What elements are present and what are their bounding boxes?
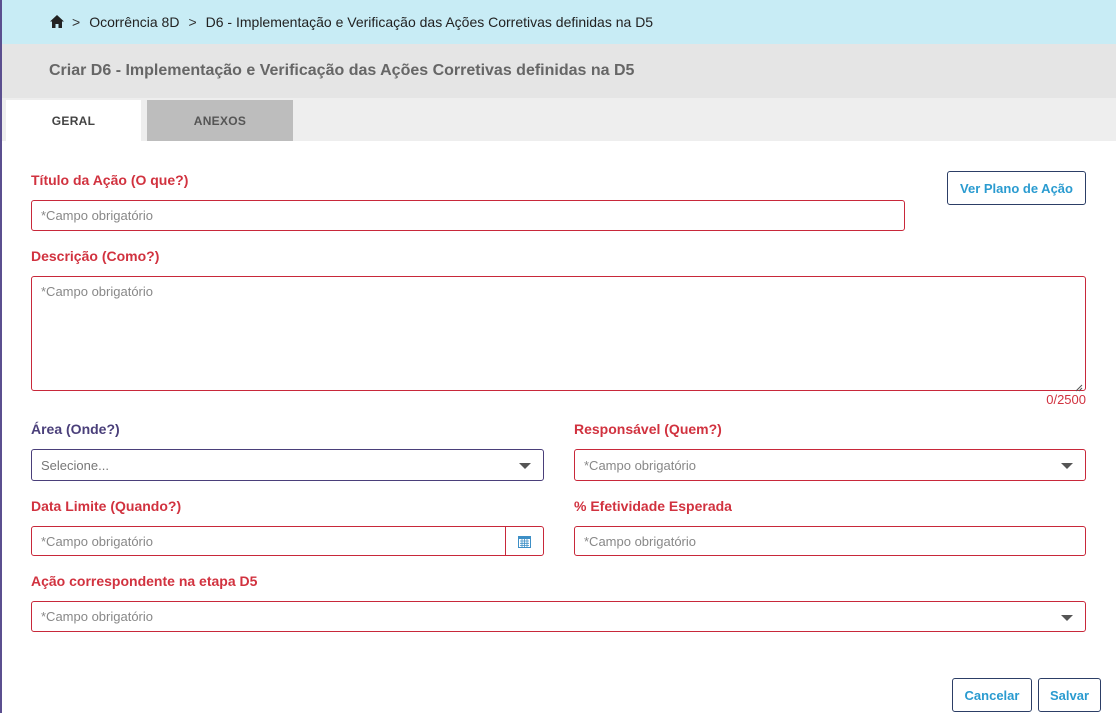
breadcrumb-item-ocorrencia[interactable]: Ocorrência 8D [89, 14, 179, 30]
efetividade-label: % Efetividade Esperada [574, 498, 732, 514]
acao-d5-placeholder: *Campo obrigatório [41, 609, 154, 624]
area-value: Selecione... [41, 457, 109, 473]
descricao-label: Descrição (Como?) [31, 248, 160, 264]
descricao-placeholder: *Campo obrigatório [41, 284, 154, 299]
responsavel-placeholder: *Campo obrigatório [584, 457, 697, 473]
chevron-down-icon [1061, 614, 1073, 621]
home-icon[interactable] [50, 15, 64, 29]
breadcrumb: > Ocorrência 8D > D6 - Implementação e V… [2, 0, 1116, 44]
breadcrumb-separator: > [72, 14, 81, 30]
responsavel-select[interactable]: *Campo obrigatório [574, 449, 1086, 481]
titulo-placeholder: *Campo obrigatório [41, 208, 154, 223]
ver-plano-button[interactable]: Ver Plano de Ação [947, 171, 1086, 205]
tab-geral[interactable]: GERAL [6, 100, 141, 141]
data-limite-input[interactable]: *Campo obrigatório [31, 526, 544, 556]
calendar-icon[interactable] [505, 527, 543, 555]
page-header: Criar D6 - Implementação e Verificação d… [2, 44, 1116, 98]
efetividade-placeholder: *Campo obrigatório [584, 533, 697, 549]
descricao-counter: 0/2500 [1046, 392, 1086, 407]
descricao-textarea[interactable]: *Campo obrigatório [31, 276, 1086, 392]
cancel-button[interactable]: Cancelar [952, 678, 1032, 712]
tab-anexos[interactable]: ANEXOS [147, 100, 293, 141]
tab-bar: GERAL ANEXOS [2, 98, 1116, 141]
save-button[interactable]: Salvar [1038, 678, 1101, 712]
acao-d5-label: Ação correspondente na etapa D5 [31, 573, 258, 589]
titulo-input[interactable]: *Campo obrigatório [31, 200, 905, 231]
titulo-label: Título da Ação (O que?) [31, 172, 189, 188]
responsavel-label: Responsável (Quem?) [574, 421, 722, 437]
data-limite-placeholder: *Campo obrigatório [41, 533, 154, 549]
area-select[interactable]: Selecione... [31, 449, 544, 481]
efetividade-input[interactable]: *Campo obrigatório [574, 526, 1086, 556]
acao-d5-select[interactable]: *Campo obrigatório [31, 601, 1086, 632]
resize-handle-icon[interactable] [1075, 380, 1083, 392]
chevron-down-icon [519, 463, 531, 469]
area-label: Área (Onde?) [31, 421, 120, 437]
chevron-down-icon [1061, 463, 1073, 469]
breadcrumb-separator: > [188, 14, 197, 30]
data-limite-label: Data Limite (Quando?) [31, 498, 182, 514]
page-title: Criar D6 - Implementação e Verificação d… [49, 62, 635, 79]
breadcrumb-item-d6: D6 - Implementação e Verificação das Açõ… [205, 14, 654, 30]
